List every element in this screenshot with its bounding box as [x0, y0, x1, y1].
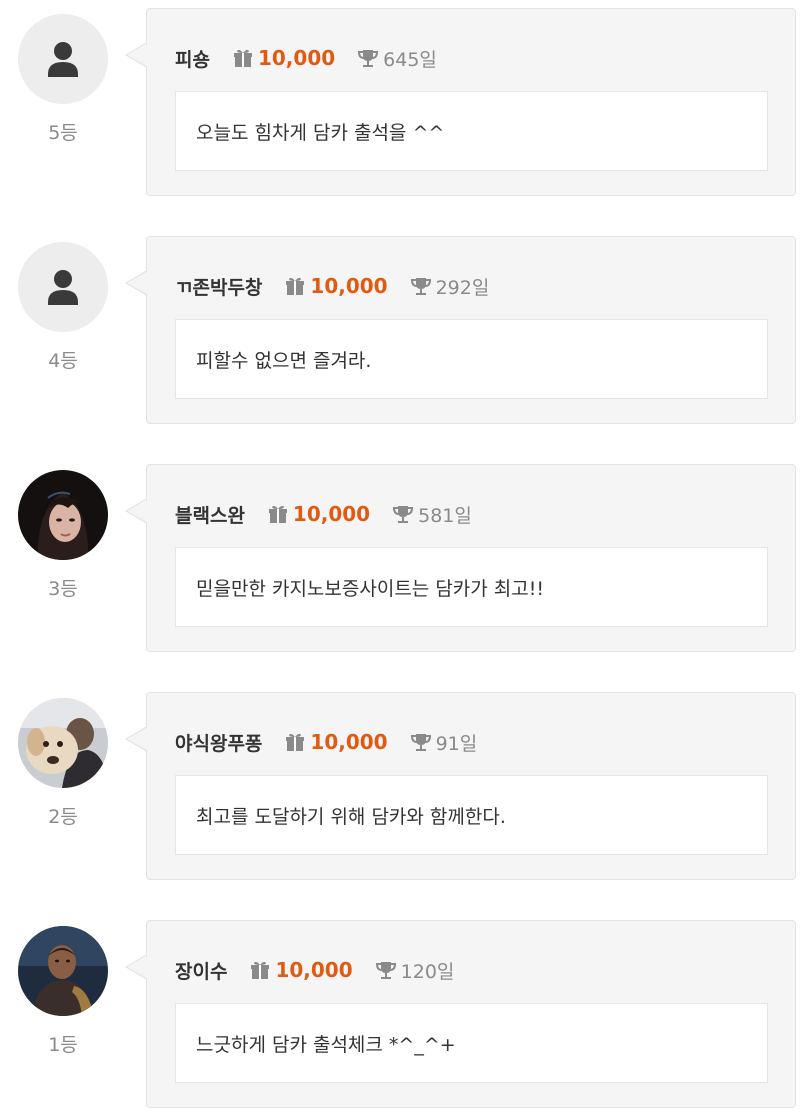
attendance-entry: 2등 야식왕푸퐁 10,000 91일 최고를 도달하기 위해 담카와 함께한다… — [0, 692, 800, 884]
trophy-icon — [358, 50, 379, 67]
comment-text: 느긋하게 담카 출석체크 *^_^+ — [196, 1033, 456, 1056]
entry-meta: 블랙스완 10,000 581일 — [175, 499, 472, 529]
comment-card: 피숑 10,000 645일 오늘도 힘차게 담카 출석을 ^^ — [146, 8, 796, 196]
avatar[interactable] — [18, 698, 108, 788]
entry-meta: 야식왕푸퐁 10,000 91일 — [175, 727, 477, 757]
nickname[interactable]: ㄲ존박두창 — [175, 273, 262, 300]
card-pointer-fill — [127, 271, 148, 295]
comment-text: 오늘도 힘차게 담카 출석을 ^^ — [196, 121, 445, 144]
attendance-entry: 3등 블랙스완 10,000 581일 믿을만한 카지노보증사이트는 담카가 최… — [0, 464, 800, 656]
card-pointer-fill — [127, 499, 148, 523]
avatar[interactable] — [18, 926, 108, 1016]
comment-card: 장이수 10,000 120일 느긋하게 담카 출석체크 *^_^+ — [146, 920, 796, 1108]
points-value: 10,000 — [257, 46, 336, 70]
entry-meta: ㄲ존박두창 10,000 292일 — [175, 271, 489, 301]
photo-dog-and-person — [18, 698, 108, 788]
photo-man-portrait — [18, 926, 108, 1016]
attendance-days: 292일 — [435, 276, 490, 299]
points-value: 10,000 — [292, 502, 371, 526]
trophy-icon — [375, 962, 396, 979]
points-value: 10,000 — [310, 274, 388, 298]
rank-label: 1등 — [48, 1034, 78, 1056]
nickname[interactable]: 야식왕푸퐁 — [175, 729, 262, 756]
attendance-entry: 1등 장이수 10,000 120일 느긋하게 담카 출석체크 *^_^+ — [0, 920, 800, 1112]
rank-label: 5등 — [48, 122, 78, 144]
avatar[interactable] — [18, 242, 108, 332]
nickname[interactable]: 블랙스완 — [175, 501, 245, 528]
photo-woman-portrait — [18, 470, 108, 560]
avatar[interactable] — [18, 470, 108, 560]
comment-text: 피할수 없으면 즐겨라. — [196, 349, 372, 372]
default-user-icon — [18, 14, 108, 104]
card-pointer-fill — [127, 727, 148, 751]
trophy-icon — [410, 278, 431, 295]
message-box: 오늘도 힘차게 담카 출석을 ^^ — [175, 91, 768, 171]
trophy-icon — [393, 506, 414, 523]
message-box: 느긋하게 담카 출석체크 *^_^+ — [175, 1003, 768, 1083]
trophy-icon — [410, 734, 431, 751]
attendance-entry: 5등 피숑 10,000 645일 오늘도 힘차게 담카 출석을 ^^ — [0, 8, 800, 200]
rank-label: 2등 — [48, 806, 78, 828]
comment-card: ㄲ존박두창 10,000 292일 피할수 없으면 즐겨라. — [146, 236, 796, 424]
attendance-days: 120일 — [400, 960, 455, 983]
card-pointer-fill — [127, 955, 148, 979]
comment-text: 믿을만한 카지노보증사이트는 담카가 최고!! — [196, 577, 544, 600]
card-pointer-fill — [127, 43, 148, 67]
gift-icon — [251, 961, 270, 979]
entry-meta: 장이수 10,000 120일 — [175, 955, 454, 985]
comment-card: 블랙스완 10,000 581일 믿을만한 카지노보증사이트는 담카가 최고!! — [146, 464, 796, 652]
rank-label: 3등 — [48, 578, 78, 600]
attendance-days: 581일 — [418, 504, 472, 527]
points-value: 10,000 — [310, 730, 388, 754]
attendance-days: 91일 — [435, 732, 478, 755]
entry-meta: 피숑 10,000 645일 — [175, 43, 437, 73]
nickname[interactable]: 피숑 — [175, 45, 210, 72]
gift-icon — [286, 277, 305, 295]
gift-icon — [286, 733, 305, 751]
attendance-days: 645일 — [383, 48, 437, 71]
points-value: 10,000 — [275, 958, 353, 982]
message-box: 피할수 없으면 즐겨라. — [175, 319, 768, 399]
comment-card: 야식왕푸퐁 10,000 91일 최고를 도달하기 위해 담카와 함께한다. — [146, 692, 796, 880]
default-user-icon — [18, 242, 108, 332]
message-box: 믿을만한 카지노보증사이트는 담카가 최고!! — [175, 547, 768, 627]
comment-text: 최고를 도달하기 위해 담카와 함께한다. — [196, 805, 506, 828]
rank-label: 4등 — [48, 350, 78, 372]
gift-icon — [268, 505, 287, 523]
message-box: 최고를 도달하기 위해 담카와 함께한다. — [175, 775, 768, 855]
gift-icon — [233, 49, 252, 67]
nickname[interactable]: 장이수 — [175, 957, 227, 984]
attendance-entry: 4등 ㄲ존박두창 10,000 292일 피할수 없으면 즐겨라. — [0, 236, 800, 428]
avatar[interactable] — [18, 14, 108, 104]
